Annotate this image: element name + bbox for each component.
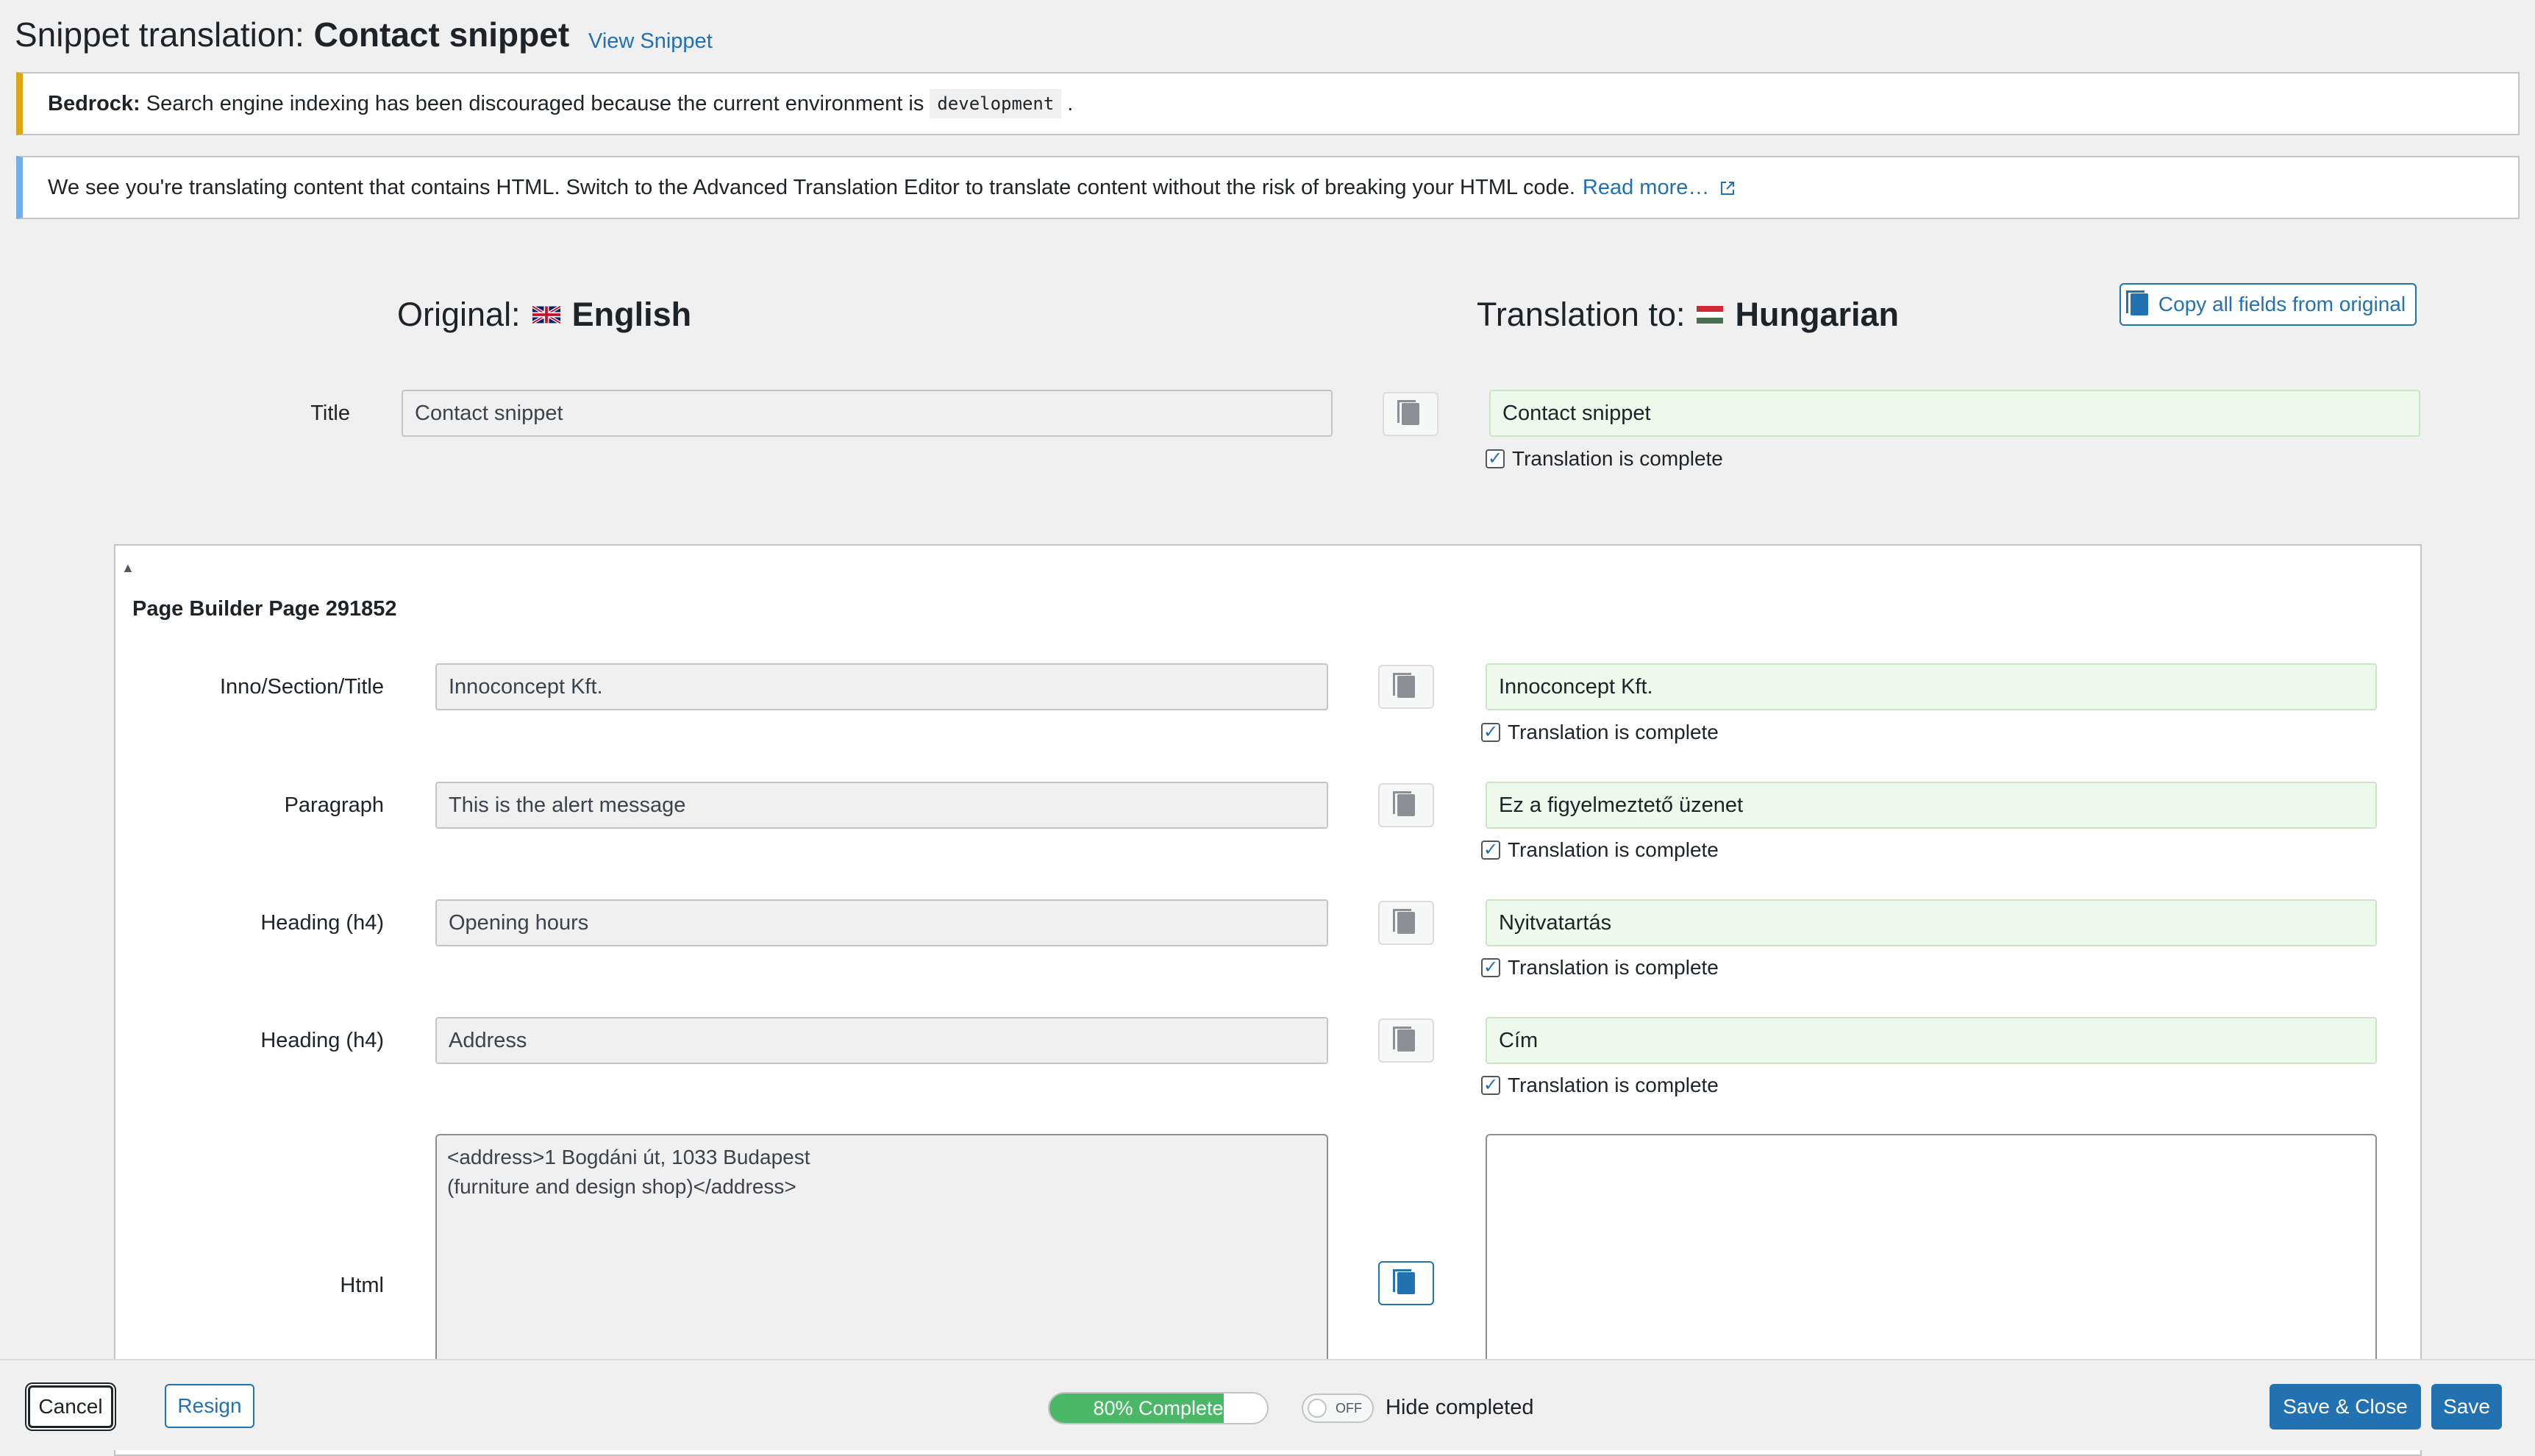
read-more-link[interactable]: Read more… xyxy=(1583,176,1736,200)
view-snippet-link[interactable]: View Snippet xyxy=(588,29,713,54)
html-original-textarea: <address>1 Bogdáni út, 1033 Budapest (fu… xyxy=(435,1134,1328,1377)
hide-completed-label: Hide completed xyxy=(1386,1396,1534,1419)
complete-checkbox[interactable]: ✓ Translation is complete xyxy=(1481,721,1719,744)
translation-input[interactable]: Ez a figyelmeztető üzenet xyxy=(1486,782,2377,829)
html-translation-textarea[interactable] xyxy=(1486,1134,2377,1377)
translation-label: Translation to: xyxy=(1477,296,1686,333)
save-and-close-button[interactable]: Save & Close xyxy=(2270,1384,2421,1430)
environment-code: development xyxy=(930,89,1062,118)
checkmark-icon: ✓ xyxy=(1481,723,1500,742)
toggle-state: OFF xyxy=(1336,1400,1362,1416)
bedrock-end: . xyxy=(1067,91,1074,115)
bedrock-text: Search engine indexing has been discoura… xyxy=(140,91,924,115)
page-title-prefix: Snippet translation: xyxy=(15,15,314,54)
checkmark-icon: ✓ xyxy=(1481,958,1500,977)
save-button[interactable]: Save xyxy=(2431,1384,2502,1430)
copy-icon xyxy=(1393,1027,1415,1052)
complete-checkbox[interactable]: ✓ Translation is complete xyxy=(1481,956,1719,979)
bedrock-notice: Bedrock: Search engine indexing has been… xyxy=(16,72,2520,135)
copy-field-button[interactable] xyxy=(1378,901,1434,945)
page-title-name: Contact snippet xyxy=(313,15,570,54)
checkmark-icon: ✓ xyxy=(1486,449,1505,468)
page-title: Snippet translation: Contact snippet xyxy=(15,15,569,54)
title-field-label: Title xyxy=(310,402,350,425)
field-label: Heading (h4) xyxy=(260,1029,384,1052)
html-notice-text: We see you're translating content that c… xyxy=(48,175,1575,199)
uk-flag-icon xyxy=(532,306,560,324)
translation-input[interactable]: Cím xyxy=(1486,1017,2377,1064)
copy-html-button[interactable] xyxy=(1378,1261,1434,1305)
original-field: Address xyxy=(435,1017,1328,1064)
translation-column-header: Translation to: Hungarian xyxy=(1477,296,1899,334)
hide-completed-toggle[interactable]: OFF xyxy=(1302,1393,1374,1423)
title-original-field: Contact snippet xyxy=(402,390,1333,437)
resign-button[interactable]: Resign xyxy=(165,1384,254,1428)
complete-label: Translation is complete xyxy=(1512,447,1723,470)
original-label: Original: xyxy=(397,296,521,333)
copy-all-label: Copy all fields from original xyxy=(2158,293,2406,315)
copy-field-button[interactable] xyxy=(1378,665,1434,709)
complete-checkbox[interactable]: ✓ Translation is complete xyxy=(1481,838,1719,862)
cancel-button[interactable]: Cancel xyxy=(28,1385,113,1428)
toggle-knob xyxy=(1308,1399,1327,1418)
panel-title: Page Builder Page 291852 xyxy=(132,597,397,621)
copy-icon xyxy=(1393,673,1415,698)
title-translation-input[interactable]: Contact snippet xyxy=(1489,390,2420,437)
complete-label: Translation is complete xyxy=(1508,721,1719,743)
title-complete-checkbox[interactable]: ✓ Translation is complete xyxy=(1486,447,1723,471)
progress-bar: 80% Complete xyxy=(1048,1392,1269,1424)
copy-title-button[interactable] xyxy=(1383,392,1438,436)
complete-label: Translation is complete xyxy=(1508,838,1719,861)
original-language: English xyxy=(571,296,692,333)
original-column-header: Original: English xyxy=(397,296,691,334)
read-more-label: Read more… xyxy=(1582,175,1710,199)
copy-field-button[interactable] xyxy=(1378,783,1434,827)
field-label: Paragraph xyxy=(284,793,384,817)
complete-checkbox[interactable]: ✓ Translation is complete xyxy=(1481,1074,1719,1097)
copy-all-fields-button[interactable]: Copy all fields from original xyxy=(2119,283,2417,326)
original-field: Innoconcept Kft. xyxy=(435,663,1328,710)
html-original-line: <address>1 Bogdáni út, 1033 Budapest xyxy=(447,1146,810,1168)
bedrock-label: Bedrock: xyxy=(48,91,140,115)
html-field-label: Html xyxy=(340,1274,384,1297)
copy-icon xyxy=(1397,400,1419,425)
copy-icon xyxy=(1393,1269,1415,1294)
copy-field-button[interactable] xyxy=(1378,1018,1434,1063)
original-field: Opening hours xyxy=(435,899,1328,946)
copy-icon xyxy=(2125,290,2148,315)
complete-label: Translation is complete xyxy=(1508,1074,1719,1096)
html-original-line: (furniture and design shop)</address> xyxy=(447,1175,796,1198)
field-label: Heading (h4) xyxy=(260,911,384,935)
checkmark-icon: ✓ xyxy=(1481,841,1500,860)
progress-text: 80% Complete xyxy=(1093,1396,1224,1419)
hungary-flag-icon xyxy=(1697,306,1724,324)
complete-label: Translation is complete xyxy=(1508,956,1719,979)
copy-icon xyxy=(1393,909,1415,934)
checkmark-icon: ✓ xyxy=(1481,1076,1500,1095)
translation-input[interactable]: Innoconcept Kft. xyxy=(1486,663,2377,710)
field-label: Inno/Section/Title xyxy=(220,675,384,699)
translation-input[interactable]: Nyitvatartás xyxy=(1486,899,2377,946)
html-content-notice: We see you're translating content that c… xyxy=(16,156,2520,219)
external-link-icon xyxy=(1721,181,1735,195)
translation-language: Hungarian xyxy=(1735,296,1900,333)
collapse-toggle-icon[interactable]: ▲ xyxy=(121,560,135,576)
copy-icon xyxy=(1393,791,1415,816)
original-field: This is the alert message xyxy=(435,782,1328,829)
